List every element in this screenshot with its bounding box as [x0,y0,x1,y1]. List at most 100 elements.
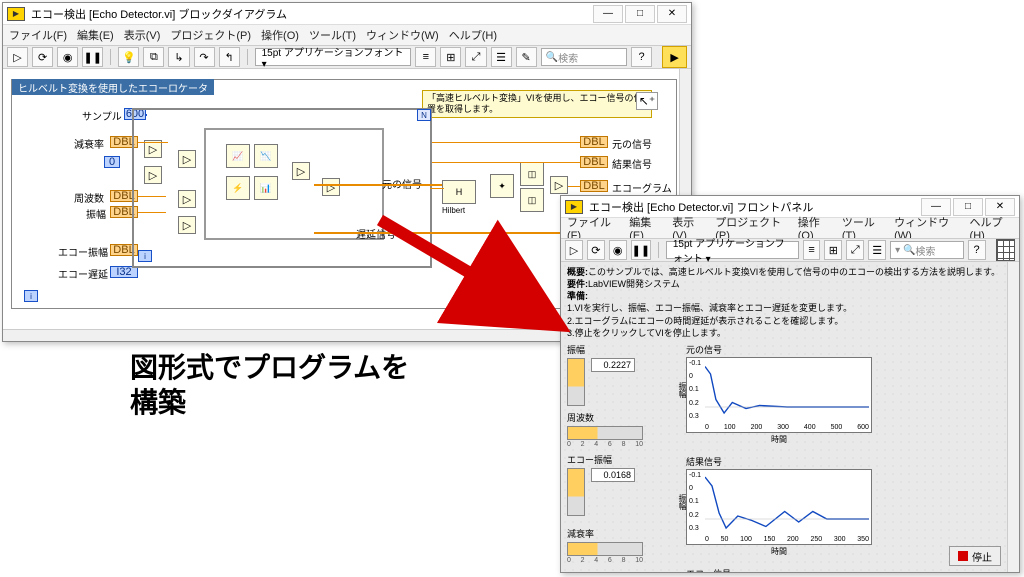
hilbert-vi[interactable]: H [442,180,476,204]
wire [432,142,580,143]
stop-button[interactable]: 停止 [949,546,1001,566]
frame-i-terminal: i [24,290,38,302]
result-signal-terminal[interactable]: DBL [580,156,608,168]
merge-node[interactable]: ▷ [550,176,568,194]
run-cont-button[interactable]: ⟳ [587,240,605,260]
freq-label: 周波数 [74,190,104,205]
multiply-node-2[interactable]: ▷ [144,166,162,184]
signal-vi-2[interactable]: 📉 [254,144,278,168]
loop-i-terminal: i [138,250,152,262]
align-button[interactable]: ≡ [803,240,821,260]
step-out-button[interactable]: ↰ [219,47,240,67]
font-selector[interactable]: 15pt アプリケーションフォント ▾ [255,48,412,66]
process-vi-3[interactable]: ◫ [520,188,544,212]
echo-amp-control: エコー振幅 0.0168 [567,453,672,516]
chart-orig: 元の信号 -0.100.10.20.3振幅0100200300400500600… [686,343,872,445]
process-vi-2[interactable]: ◫ [520,162,544,186]
pause-button[interactable]: ❚❚ [631,240,651,260]
signal-vi-4[interactable]: 📊 [254,176,278,200]
minimize-button[interactable]: — [921,198,951,216]
menu-view[interactable]: 表示(V) [124,27,161,43]
loop-n-terminal: N [417,109,431,121]
add-node-1[interactable]: ▷ [178,150,196,168]
help-button[interactable]: ? [968,240,986,260]
step-into-button[interactable]: ↳ [168,47,189,67]
amp-label: 振幅 [567,343,672,356]
chart-result-plot[interactable]: -0.100.10.20.3振幅050100150200250300350 [686,469,872,545]
echo-amp-label: エコー振幅 [567,453,672,466]
menu-window[interactable]: ウィンドウ(W) [366,27,439,43]
help-button[interactable]: ? [631,47,652,67]
menu-tools[interactable]: ツール(T) [309,27,356,43]
chart-orig-title: 元の信号 [686,343,872,356]
fp-scroll-v[interactable] [1007,262,1019,572]
align-button[interactable]: ≡ [415,47,436,67]
add-node-2[interactable]: ▷ [178,190,196,208]
search-input[interactable]: 🔍 検索 [541,48,627,66]
build-node[interactable]: ▷ [292,162,310,180]
bd-titlebar[interactable]: エコー検出 [Echo Detector.vi] ブロックダイアグラム — □ … [3,3,691,25]
vi-icon-button[interactable] [662,46,687,68]
freq-slider[interactable] [567,426,643,440]
atten-slider[interactable] [567,542,643,556]
menu-project[interactable]: プロジェクト(P) [170,27,251,43]
fp-body[interactable]: 概要:このサンプルでは、高速ヒルベルト変換VIを使用して信号の中のエコーの検出す… [561,262,1019,572]
search-input[interactable]: ▾ 🔍 検索 [890,241,964,259]
wire [314,184,442,186]
amp-value[interactable]: 0.2227 [591,358,635,372]
vi-grid-icon[interactable] [996,239,1015,261]
amp-slider[interactable] [567,358,585,406]
atten-ticks: 0246810 [567,557,643,564]
process-vi-1[interactable]: ✦ [490,174,514,198]
menu-help[interactable]: ヘルプ(H) [449,27,497,43]
echogram-terminal[interactable]: DBL [580,180,608,192]
chart-orig-plot[interactable]: -0.100.10.20.3振幅0100200300400500600 [686,357,872,433]
reorder-button[interactable]: ☰ [868,240,886,260]
resize-button[interactable]: ⤢ [846,240,864,260]
font-selector[interactable]: 15pt アプリケーションフォント ▾ [666,241,799,259]
wire [430,188,444,189]
pause-button[interactable]: ❚❚ [82,47,103,67]
maximize-button[interactable]: □ [953,198,983,216]
distribute-button[interactable]: ⊞ [824,240,842,260]
highlight-button[interactable]: 💡 [118,47,139,67]
signal-vi-1[interactable]: 📈 [226,144,250,168]
echo-amp-value[interactable]: 0.0168 [591,468,635,482]
abort-button[interactable]: ◉ [609,240,627,260]
fp-title: エコー検出 [Echo Detector.vi] フロントパネル [589,199,813,215]
resize-button[interactable]: ⤢ [465,47,486,67]
orig-signal-terminal[interactable]: DBL [580,136,608,148]
retain-button[interactable]: ⧉ [143,47,164,67]
signal-vi-3[interactable]: ⚡ [226,176,250,200]
distribute-button[interactable]: ⊞ [440,47,461,67]
freq-control: 周波数 0246810 [567,411,672,448]
abort-button[interactable]: ◉ [57,47,78,67]
echo-amp-slider[interactable] [567,468,585,516]
zero-const[interactable]: 0 [104,156,120,168]
chart-orig-xlabel: 時間 [686,434,872,445]
cleanup-button[interactable]: ✎ [516,47,537,67]
menu-file[interactable]: ファイル(F) [9,27,67,43]
wire [138,196,166,197]
menu-operate[interactable]: 操作(O) [261,27,299,43]
menu-edit[interactable]: 編集(E) [77,27,114,43]
stop-label: 停止 [972,549,992,564]
atten-label: 減衰率 [567,527,672,540]
bd-toolbar: ▷ ⟳ ◉ ❚❚ 💡 ⧉ ↳ ↷ ↰ 15pt アプリケーションフォント ▾ ≡… [3,45,691,69]
tools-cursor-icon[interactable]: ↖⁺ [636,92,658,110]
add-node-3[interactable]: ▷ [178,216,196,234]
reorder-button[interactable]: ☰ [491,47,512,67]
run-cont-button[interactable]: ⟳ [32,47,53,67]
echo-amp-label: エコー振幅 [58,244,108,259]
step-over-button[interactable]: ↷ [194,47,215,67]
close-button[interactable]: ✕ [985,198,1015,216]
out-node[interactable]: ▷ [322,178,340,196]
minimize-button[interactable]: — [593,5,623,23]
wire [138,212,166,213]
sample-label: サンプル [82,108,122,123]
run-button[interactable]: ▷ [7,47,28,67]
wire [432,162,580,163]
freq-label: 周波数 [567,411,672,424]
close-button[interactable]: ✕ [657,5,687,23]
maximize-button[interactable]: □ [625,5,655,23]
